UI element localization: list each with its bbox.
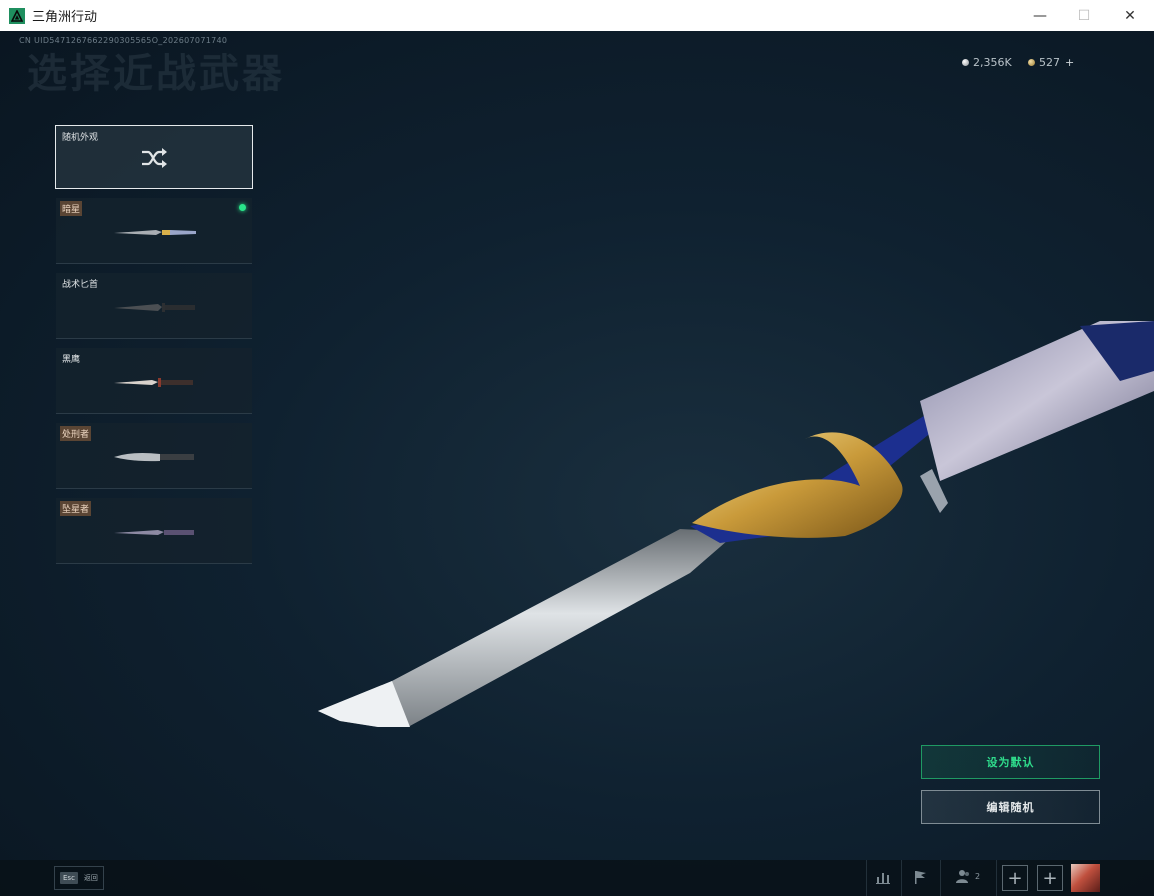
black-hawk-knife-thumbnail xyxy=(114,378,193,387)
game-viewport: CN UID5471267662290305565O_202607071740 … xyxy=(0,31,1154,896)
weapon-name-label: 战术匕首 xyxy=(62,280,99,290)
team-count: 2 xyxy=(975,871,981,881)
back-button[interactable]: Esc 返回 xyxy=(54,866,104,890)
divider xyxy=(996,860,997,896)
window-titlebar: 三角洲行动 — ☐ ✕ xyxy=(0,0,1154,32)
set-default-button[interactable]: 设为默认 xyxy=(921,745,1100,779)
weapon-card-tactical-dagger[interactable]: 战术匕首 xyxy=(56,273,252,339)
avatar[interactable] xyxy=(1071,864,1100,892)
equipped-indicator xyxy=(239,204,246,211)
add-teammate-slot-button[interactable]: + xyxy=(1002,865,1028,891)
weapon-card-black-hawk[interactable]: 黑鹰 xyxy=(56,348,252,414)
executioner-knife-thumbnail xyxy=(114,453,194,462)
gold-amount: 527 xyxy=(1039,56,1060,69)
weapon-name-label: 处刑者 xyxy=(60,426,92,441)
add-teammate-slot-button[interactable]: + xyxy=(1037,865,1063,891)
edit-random-button[interactable]: 编辑随机 xyxy=(921,790,1100,824)
back-label: 返回 xyxy=(83,874,98,882)
weapon-name-label: 坠星者 xyxy=(60,501,92,516)
bottom-bar: Esc 返回 2 + + xyxy=(0,860,1154,896)
currency-gold: 527 + xyxy=(1028,56,1074,69)
add-currency-button[interactable]: + xyxy=(1065,56,1074,69)
shuffle-icon xyxy=(142,148,167,168)
divider xyxy=(901,860,902,896)
knife-showcase-render xyxy=(318,321,1154,727)
stats-icon[interactable] xyxy=(873,867,893,887)
close-button[interactable]: ✕ xyxy=(1107,0,1153,31)
gold-coin-icon xyxy=(1028,59,1035,66)
currency-silver: 2,356K xyxy=(962,56,1012,69)
weapon-card-star-faller[interactable]: 坠星者 xyxy=(56,498,252,564)
team-icon xyxy=(956,870,969,883)
esc-key-hint: Esc xyxy=(60,872,78,884)
divider xyxy=(866,860,867,896)
team-members-button[interactable]: 2 xyxy=(955,868,980,884)
maximize-button[interactable]: ☐ xyxy=(1061,0,1107,31)
star-faller-knife-thumbnail xyxy=(114,530,194,535)
weapon-card-executioner[interactable]: 处刑者 xyxy=(56,423,252,489)
random-appearance-label: 随机外观 xyxy=(62,133,99,143)
silver-coin-icon xyxy=(962,59,969,66)
tactical-dagger-thumbnail xyxy=(114,303,195,312)
random-appearance-card[interactable]: 随机外观 xyxy=(55,125,253,189)
app-logo-icon xyxy=(9,7,25,24)
silver-amount: 2,356K xyxy=(973,56,1012,69)
window-title: 三角洲行动 xyxy=(32,10,98,25)
weapon-name-label: 黑鹰 xyxy=(62,355,81,365)
dark-star-knife-thumbnail xyxy=(114,230,196,235)
page-title: 选择近战武器 xyxy=(27,51,285,97)
weapon-card-dark-star[interactable]: 暗星 xyxy=(56,198,252,264)
divider xyxy=(940,860,941,896)
minimize-button[interactable]: — xyxy=(1017,0,1063,31)
weapon-name-label: 暗星 xyxy=(60,201,83,216)
flag-icon[interactable] xyxy=(910,867,930,887)
